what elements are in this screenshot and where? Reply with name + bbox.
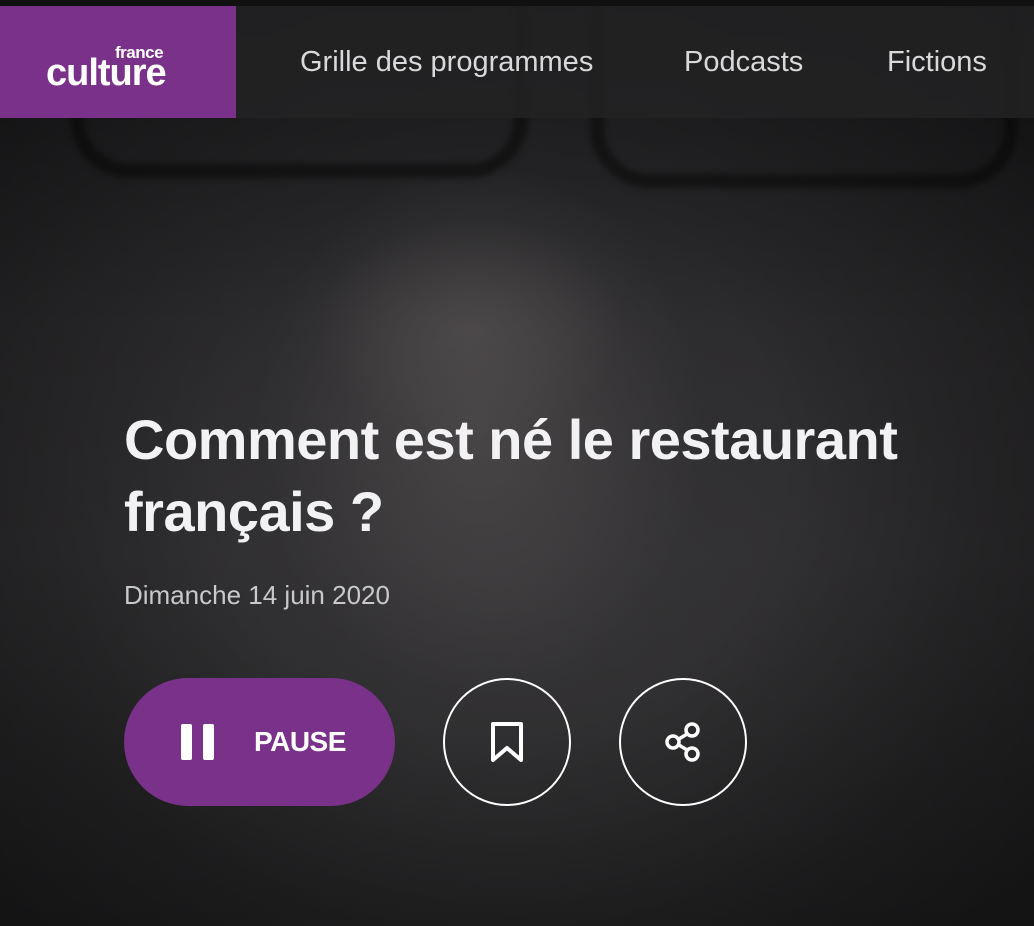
episode-title: Comment est né le restaurant français ? (124, 408, 898, 543)
nav-item-fictions[interactable]: Fictions (887, 46, 987, 79)
logo-text-culture: culture (46, 52, 167, 94)
share-button[interactable] (619, 678, 747, 806)
site-header: france culture Grille des programmes Pod… (0, 6, 1034, 118)
bookmark-icon (491, 722, 523, 762)
nav-item-grille-des-programmes[interactable]: Grille des programmes (300, 46, 593, 79)
bookmark-button[interactable] (443, 678, 571, 806)
episode-date: Dimanche 14 juin 2020 (124, 580, 390, 610)
pause-icon (181, 724, 215, 760)
france-culture-logo[interactable]: france culture (0, 6, 236, 118)
pause-button[interactable]: PAUSE (124, 678, 395, 806)
share-icon (665, 722, 700, 762)
pause-button-label: PAUSE (254, 726, 346, 757)
nav-item-podcasts[interactable]: Podcasts (684, 46, 803, 79)
